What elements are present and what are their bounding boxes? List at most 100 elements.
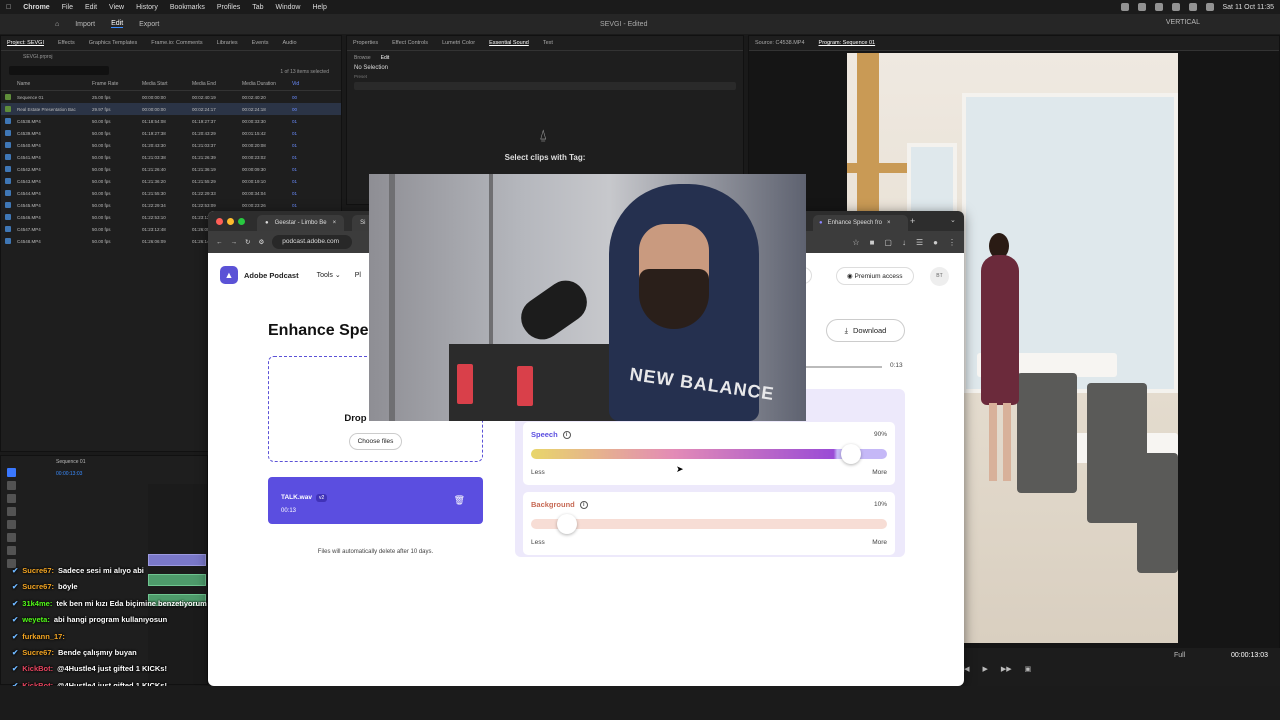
project-row[interactable]: C4544.MP4 50.00 fps 01:21:55:30 01:22:29:33… — [1, 187, 341, 199]
tab-graphics-templates[interactable]: Graphics Templates — [89, 40, 138, 46]
tab-events[interactable]: Events — [252, 40, 269, 46]
datetime[interactable]: Sat 11 Oct 11:35 — [1223, 4, 1275, 11]
speech-slider-thumb[interactable] — [841, 444, 862, 464]
menu-profiles[interactable]: Profiles — [217, 4, 240, 11]
site-info-icon[interactable]: ⚙ — [258, 238, 264, 246]
tab-browse[interactable]: Browse — [354, 55, 371, 61]
home-icon[interactable]: ⌂ — [55, 21, 59, 28]
premium-access-button[interactable]: ◉ Premium access — [836, 267, 914, 285]
tab-close-icon[interactable]: × — [333, 220, 337, 226]
project-row[interactable]: C4539.MP4 50.00 fps 01:19:27:38 01:20:43:29… — [1, 127, 341, 139]
menu-file[interactable]: File — [62, 4, 73, 11]
chat-username[interactable]: furkann_17: — [22, 632, 65, 641]
workspace-label[interactable]: VERTICAL — [1166, 19, 1200, 26]
chat-username[interactable]: Sucre67: — [22, 566, 54, 575]
minimize-window-icon[interactable] — [227, 217, 234, 225]
close-window-icon[interactable] — [216, 217, 223, 225]
menu-kebab-icon[interactable]: ⋮ — [948, 238, 956, 247]
tab-frameio-comments[interactable]: Frame.io: Comments — [151, 40, 202, 46]
extensions-puzzle-icon[interactable]: ▢ — [884, 238, 892, 247]
col-frame-rate[interactable]: Frame Rate — [92, 81, 142, 87]
project-row[interactable]: C4542.MP4 50.00 fps 01:21:26:40 01:21:36:19… — [1, 163, 341, 175]
menu-bookmarks[interactable]: Bookmarks — [170, 4, 205, 11]
project-row[interactable]: C4538.MP4 50.00 fps 01:18:54:08 01:19:27:37… — [1, 115, 341, 127]
selection-tool-icon[interactable] — [7, 468, 16, 477]
menu-tab[interactable]: Tab — [252, 4, 263, 11]
chat-username[interactable]: Sucre67: — [22, 582, 54, 591]
track-select-tool-icon[interactable] — [7, 481, 16, 490]
profile-icon[interactable]: ● — [933, 238, 938, 247]
tab-project[interactable]: Project: SEVGI — [7, 40, 44, 46]
timeline-sequence-tab[interactable]: Sequence 01 — [56, 459, 85, 465]
volume-icon[interactable] — [1188, 3, 1197, 11]
tab-program[interactable]: Program: Sequence 01 — [819, 40, 876, 46]
tab-text[interactable]: Text — [543, 40, 553, 46]
record-icon[interactable] — [1120, 3, 1129, 11]
fit-select[interactable]: Full — [1174, 652, 1185, 659]
chat-username[interactable]: KickBot: — [22, 664, 53, 673]
forward-icon[interactable]: → — [231, 239, 238, 246]
project-row[interactable]: C4541.MP4 50.00 fps 01:21:03:38 01:21:26:39… — [1, 151, 341, 163]
speech-info-icon[interactable]: i — [562, 430, 571, 439]
menu-view[interactable]: View — [109, 4, 124, 11]
chat-username[interactable]: weyeta: — [22, 615, 50, 624]
project-row[interactable]: Real Estate Presentation Bac 29.97 fps 00:… — [1, 103, 341, 115]
menu-chrome[interactable]: Chrome — [23, 4, 49, 11]
menu-history[interactable]: History — [136, 4, 158, 11]
bluetooth-icon[interactable] — [1171, 3, 1180, 11]
project-row[interactable]: C4543.MP4 50.00 fps 01:21:36:20 01:21:55:29… — [1, 175, 341, 187]
adobe-podcast-logo-icon[interactable]: ▲ — [220, 266, 238, 284]
slip-tool-icon[interactable] — [7, 520, 16, 529]
battery-icon[interactable] — [1154, 3, 1163, 11]
choose-files-button[interactable]: Choose files — [348, 433, 403, 450]
apple-menu-icon[interactable]:  — [6, 4, 11, 11]
col-media-end[interactable]: Media End — [192, 81, 242, 87]
background-slider[interactable] — [531, 514, 887, 534]
tab-lumetri-color[interactable]: Lumetri Color — [442, 40, 475, 46]
background-info-icon[interactable]: i — [579, 500, 588, 509]
address-bar[interactable]: podcast.adobe.com — [272, 235, 353, 249]
speech-slider[interactable] — [531, 444, 887, 464]
tab-effects[interactable]: Effects — [58, 40, 75, 46]
tab-properties[interactable]: Properties — [353, 40, 378, 46]
tab-audio[interactable]: Audio — [283, 40, 297, 46]
hand-tool-icon[interactable] — [7, 546, 16, 555]
download-button[interactable]: ⤓ Download — [826, 319, 905, 342]
browser-tab[interactable]: ● Geestar - Limbo Be × — [257, 215, 345, 231]
uploaded-file-card[interactable]: TALK.wav v2 00:13 🗑 — [268, 477, 483, 524]
col-media-duration[interactable]: Media Duration — [242, 81, 292, 87]
extension-icon[interactable]: ■ — [870, 238, 875, 247]
col-vid[interactable]: Vid — [292, 81, 312, 87]
pen-tool-icon[interactable] — [7, 533, 16, 542]
background-slider-thumb[interactable] — [556, 514, 577, 534]
col-media-start[interactable]: Media Start — [142, 81, 192, 87]
bookmark-star-icon[interactable]: ☆ — [852, 238, 859, 247]
media-icon[interactable]: ☰ — [916, 238, 923, 247]
control-center-icon[interactable] — [1205, 3, 1214, 11]
tab-search-icon[interactable]: ⌄ — [950, 216, 956, 224]
project-row[interactable]: Sequence 01 25.00 fps 00:00:00:00 00:02:40:… — [1, 91, 341, 103]
playback-progress[interactable] — [806, 366, 882, 368]
chat-username[interactable]: 31k4me: — [22, 599, 52, 608]
nav-projects-partial[interactable]: Pl — [355, 272, 361, 279]
tab-edit-sound[interactable]: Edit — [381, 55, 390, 61]
download-icon[interactable]: ↓ — [902, 238, 906, 247]
tab-essential-sound[interactable]: Essential Sound — [489, 40, 529, 46]
brand-name[interactable]: Adobe Podcast — [244, 271, 299, 280]
project-row[interactable]: C4545.MP4 50.00 fps 01:22:29:34 01:22:53:09… — [1, 199, 341, 211]
tab-edit[interactable]: Edit — [111, 20, 124, 28]
delete-file-icon[interactable]: 🗑 — [454, 495, 465, 506]
tab-import[interactable]: Import — [75, 21, 95, 28]
ripple-edit-tool-icon[interactable] — [7, 494, 16, 503]
zoom-window-icon[interactable] — [238, 217, 245, 225]
tab-effect-controls[interactable]: Effect Controls — [392, 40, 428, 46]
play-icon[interactable]: ▶ — [982, 665, 987, 673]
tab-source[interactable]: Source: C4538.MP4 — [755, 40, 805, 46]
razor-tool-icon[interactable] — [7, 507, 16, 516]
tab-export[interactable]: Export — [139, 21, 159, 28]
menu-help[interactable]: Help — [312, 4, 326, 11]
wifi-icon[interactable] — [1137, 3, 1146, 11]
menu-window[interactable]: Window — [276, 4, 301, 11]
col-name[interactable]: Name — [17, 81, 92, 87]
nav-tools[interactable]: Tools ⌄ — [317, 271, 341, 279]
